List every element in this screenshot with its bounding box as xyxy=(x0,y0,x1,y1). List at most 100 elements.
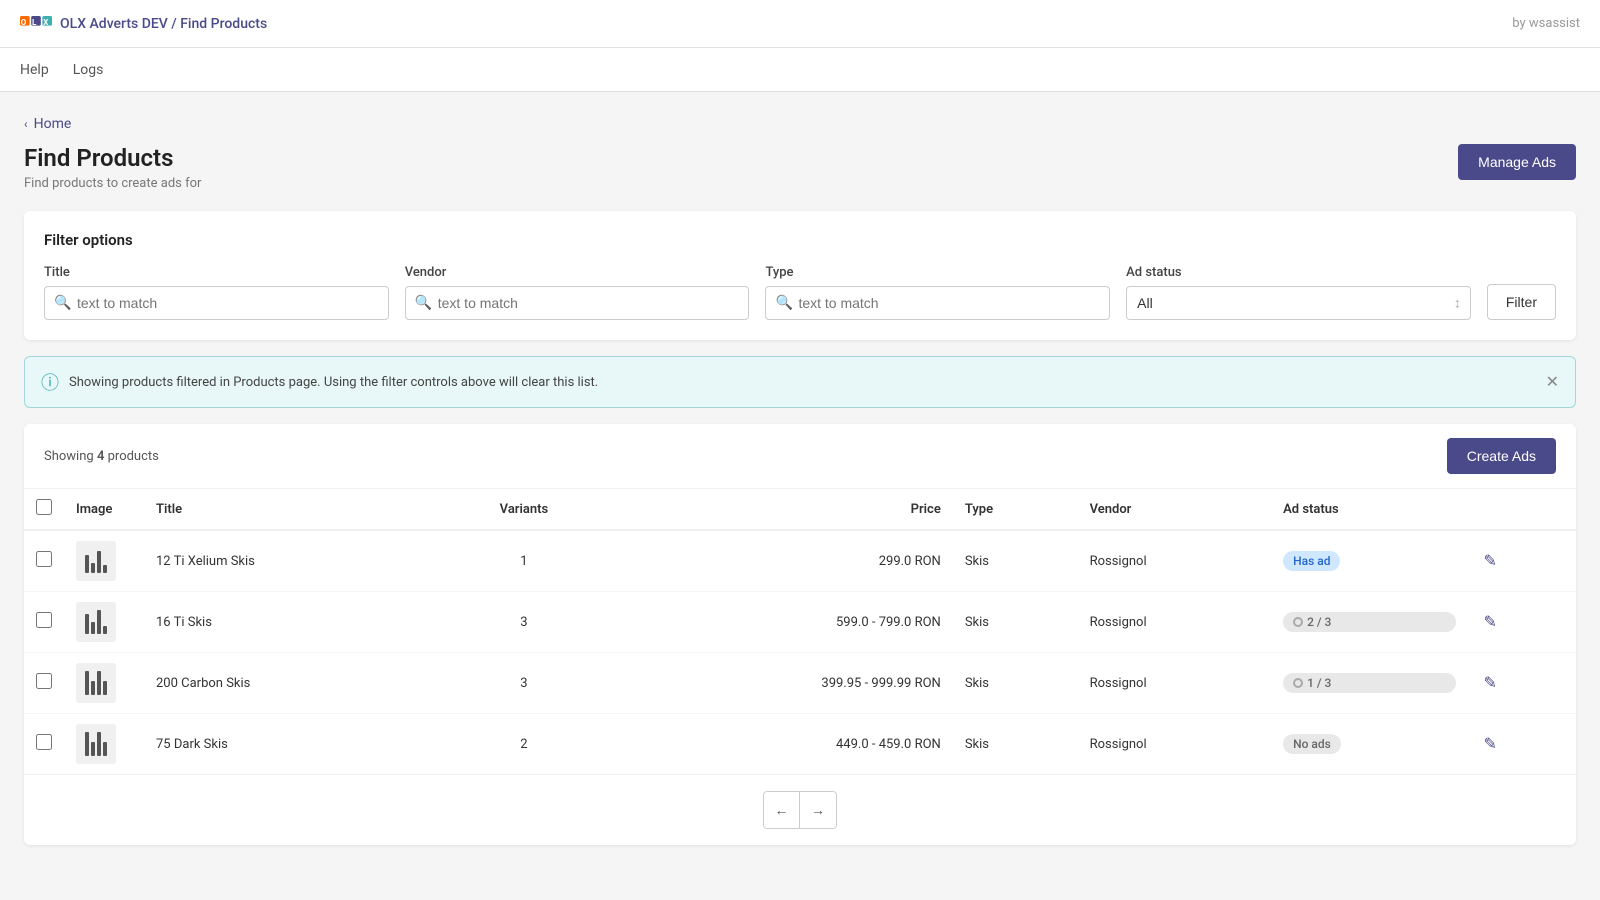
variants-col-header: Variants xyxy=(437,489,610,530)
product-thumbnail xyxy=(76,602,116,642)
info-banner: ⓘ Showing products filtered in Products … xyxy=(24,356,1576,408)
product-image-cell xyxy=(64,530,144,592)
search-icon-type: 🔍 xyxy=(775,295,792,311)
next-page-button[interactable]: → xyxy=(800,792,836,828)
product-ad-status-cell: 2 / 3 xyxy=(1271,592,1467,653)
filter-type-field: Type 🔍 xyxy=(765,265,1110,320)
product-thumbnail xyxy=(76,724,116,764)
edit-product-button[interactable]: ✎ xyxy=(1480,730,1501,758)
pagination-controls: ← → xyxy=(763,791,837,829)
page-title-block: Find Products Find products to create ad… xyxy=(24,144,201,191)
product-vendor-cell: Rossignol xyxy=(1078,714,1272,775)
ad-status-badge: No ads xyxy=(1283,734,1341,754)
page-name-breadcrumb: Find Products xyxy=(180,16,267,32)
product-image-cell xyxy=(64,653,144,714)
filter-vendor-label: Vendor xyxy=(405,265,750,280)
app-name: OLX Adverts DEV xyxy=(60,16,168,32)
product-variants-cell: 3 xyxy=(437,592,610,653)
ad-status-badge: 2 / 3 xyxy=(1283,612,1455,632)
chevron-left-icon: ‹ xyxy=(24,117,28,131)
image-col-header: Image xyxy=(64,489,144,530)
filter-button[interactable]: Filter xyxy=(1487,284,1556,320)
table-row: 16 Ti Skis3599.0 - 799.0 RONSkisRossigno… xyxy=(24,592,1576,653)
row-checkbox-2[interactable] xyxy=(36,673,52,689)
vendor-input-wrapper: 🔍 xyxy=(405,286,750,320)
type-input-wrapper: 🔍 xyxy=(765,286,1110,320)
vendor-input[interactable] xyxy=(405,286,750,320)
product-edit-cell: ✎ xyxy=(1468,592,1576,653)
filter-vendor-field: Vendor 🔍 xyxy=(405,265,750,320)
product-edit-cell: ✎ xyxy=(1468,714,1576,775)
prev-page-button[interactable]: ← xyxy=(764,792,800,828)
edit-product-button[interactable]: ✎ xyxy=(1480,669,1501,697)
filter-ad-status-label: Ad status xyxy=(1126,265,1471,280)
filter-ad-status-field: Ad status All Has ad Partial No ads ↕ xyxy=(1126,265,1471,320)
product-type-cell: Skis xyxy=(953,714,1078,775)
type-col-header: Type xyxy=(953,489,1078,530)
manage-ads-button[interactable]: Manage Ads xyxy=(1458,144,1576,180)
top-bar-left: O L X OLX Adverts DEV / Find Products xyxy=(20,14,267,34)
product-title-cell: 16 Ti Skis xyxy=(144,592,437,653)
row-checkbox-0[interactable] xyxy=(36,551,52,567)
nav-logs[interactable]: Logs xyxy=(73,50,104,90)
breadcrumb-separator: / xyxy=(171,16,176,32)
showing-suffix: products xyxy=(108,449,159,464)
product-type-cell: Skis xyxy=(953,592,1078,653)
svg-text:L: L xyxy=(32,17,37,26)
home-link[interactable]: ‹ Home xyxy=(24,116,1576,132)
product-ad-status-cell: No ads xyxy=(1271,714,1467,775)
search-icon-vendor: 🔍 xyxy=(415,295,432,311)
product-edit-cell: ✎ xyxy=(1468,653,1576,714)
product-edit-cell: ✎ xyxy=(1468,530,1576,592)
row-checkbox-3[interactable] xyxy=(36,734,52,750)
product-thumbnail xyxy=(76,663,116,703)
edit-product-button[interactable]: ✎ xyxy=(1480,547,1501,575)
main-content: ‹ Home Find Products Find products to cr… xyxy=(0,92,1600,869)
table-header-row: Image Title Variants Price Type Vendor A… xyxy=(24,489,1576,530)
nav-help[interactable]: Help xyxy=(20,50,49,90)
type-input[interactable] xyxy=(765,286,1110,320)
product-ad-status-cell: 1 / 3 xyxy=(1271,653,1467,714)
product-title-cell: 12 Ti Xelium Skis xyxy=(144,530,437,592)
edit-product-button[interactable]: ✎ xyxy=(1480,608,1501,636)
table-header: Showing 4 products Create Ads xyxy=(24,424,1576,489)
home-link-text: Home xyxy=(34,116,72,132)
showing-text: Showing 4 products xyxy=(44,449,159,464)
top-bar: O L X OLX Adverts DEV / Find Products by… xyxy=(0,0,1600,48)
filter-title-field: Title 🔍 xyxy=(44,265,389,320)
product-type-cell: Skis xyxy=(953,653,1078,714)
product-price-cell: 299.0 RON xyxy=(610,530,952,592)
olx-logo: O L X xyxy=(20,14,52,34)
info-icon: ⓘ xyxy=(41,369,59,395)
product-title-cell: 75 Dark Skis xyxy=(144,714,437,775)
product-type-cell: Skis xyxy=(953,530,1078,592)
vendor-col-header: Vendor xyxy=(1078,489,1272,530)
title-input[interactable] xyxy=(44,286,389,320)
table-row: 75 Dark Skis2449.0 - 459.0 RONSkisRossig… xyxy=(24,714,1576,775)
product-price-cell: 399.95 - 999.99 RON xyxy=(610,653,952,714)
showing-prefix: Showing xyxy=(44,449,94,464)
products-table: Image Title Variants Price Type Vendor A… xyxy=(24,489,1576,774)
create-ads-button[interactable]: Create Ads xyxy=(1447,438,1556,474)
product-vendor-cell: Rossignol xyxy=(1078,530,1272,592)
select-all-checkbox[interactable] xyxy=(36,499,52,515)
table-card: Showing 4 products Create Ads Image Titl… xyxy=(24,424,1576,845)
title-input-wrapper: 🔍 xyxy=(44,286,389,320)
filter-title-label: Title xyxy=(44,265,389,280)
ad-status-col-header: Ad status xyxy=(1271,489,1467,530)
svg-text:X: X xyxy=(43,17,48,26)
row-checkbox-1[interactable] xyxy=(36,612,52,628)
product-vendor-cell: Rossignol xyxy=(1078,592,1272,653)
page-title: Find Products xyxy=(24,144,201,172)
table-row: 12 Ti Xelium Skis1299.0 RONSkisRossignol… xyxy=(24,530,1576,592)
table-row: 200 Carbon Skis3399.95 - 999.99 RONSkisR… xyxy=(24,653,1576,714)
product-title-cell: 200 Carbon Skis xyxy=(144,653,437,714)
ad-status-select[interactable]: All Has ad Partial No ads xyxy=(1126,286,1471,320)
products-tbody: 12 Ti Xelium Skis1299.0 RONSkisRossignol… xyxy=(24,530,1576,774)
select-all-col xyxy=(24,489,64,530)
filter-type-label: Type xyxy=(765,265,1110,280)
info-banner-close-button[interactable]: ✕ xyxy=(1546,372,1559,392)
price-col-header: Price xyxy=(610,489,952,530)
product-thumbnail xyxy=(76,541,116,581)
product-ad-status-cell: Has ad xyxy=(1271,530,1467,592)
